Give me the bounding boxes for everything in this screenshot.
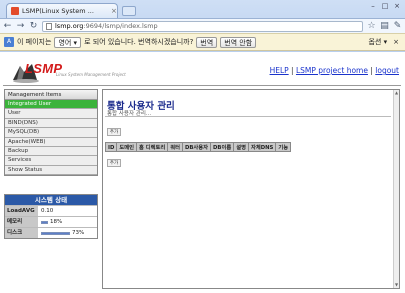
- memory-usage-bar: [41, 220, 48, 224]
- add-button-bottom[interactable]: 추가: [107, 159, 121, 167]
- memory-usage-value: 18%: [50, 218, 63, 225]
- translate-bar: A 이 페이지는 영어 ▾ 로 되어 있습니다. 번역하시겠습니까? 번역 번역…: [0, 33, 405, 51]
- page: LSMP Linux System Management Project HEL…: [0, 52, 405, 293]
- header-links: HELP | LSMP project home | logout: [269, 66, 399, 75]
- browser-chrome: LSMP(Linux System ... × – □ × ← → ↻ lsmp…: [0, 0, 405, 52]
- disk-usage-value: 73%: [72, 229, 85, 236]
- status-row-memory: 메모리 18%: [5, 216, 97, 228]
- wrench-icon[interactable]: ✎: [393, 21, 402, 31]
- status-label: 메모리: [5, 217, 38, 228]
- url-text: lsmp.org:9694/lsmp/index.lsmp: [55, 22, 158, 30]
- sidebar-item-user[interactable]: User: [5, 109, 97, 119]
- browser-tab[interactable]: LSMP(Linux System ... ×: [6, 3, 118, 18]
- forward-icon[interactable]: →: [16, 21, 25, 31]
- add-button-top[interactable]: 추가: [107, 128, 121, 136]
- system-status-title: 시스템 상태: [5, 195, 97, 206]
- maximize-icon[interactable]: □: [380, 2, 390, 11]
- translate-prefix: 이 페이지는: [17, 38, 52, 46]
- sidebar-item-backup[interactable]: Backup: [5, 146, 97, 157]
- sidebar-item-show-status[interactable]: Show Status: [5, 165, 97, 176]
- scrollbar[interactable]: ▲ ▼: [393, 90, 399, 288]
- options-menu[interactable]: 옵션 ▾: [368, 37, 387, 47]
- status-value-cell: 18%: [38, 217, 97, 227]
- translate-question: 로 되어 있습니다. 번역하시겠습니까?: [84, 38, 194, 46]
- star-icon[interactable]: ☆: [367, 21, 376, 31]
- menu-title: Management Items: [5, 90, 97, 100]
- logo-subtitle: Linux System Management Project: [56, 72, 126, 77]
- status-row-disk: 디스크 73%: [5, 227, 97, 239]
- column-header: 자체DNS: [249, 143, 277, 151]
- translate-button[interactable]: 번역: [196, 36, 218, 48]
- scroll-up-icon[interactable]: ▲: [394, 90, 399, 96]
- translate-bar-close-icon[interactable]: ×: [393, 38, 399, 46]
- new-tab-button[interactable]: [122, 6, 136, 16]
- language-select[interactable]: 영어 ▾: [54, 36, 82, 48]
- column-header: ID: [106, 143, 118, 151]
- sidebar-item-bind[interactable]: BIND(DNS): [5, 118, 97, 129]
- back-icon[interactable]: ←: [3, 21, 12, 31]
- page-icon: [46, 22, 52, 30]
- management-menu: Management Items Integrated User User BI…: [4, 89, 98, 177]
- sidebar-item-apache[interactable]: Apache(WEB): [5, 137, 97, 147]
- page-menu-icon[interactable]: ▤: [380, 21, 389, 31]
- help-link[interactable]: HELP: [270, 66, 289, 75]
- project-home-link[interactable]: LSMP project home: [296, 66, 368, 75]
- title-divider: [105, 116, 391, 117]
- window-close-icon[interactable]: ×: [392, 2, 402, 11]
- column-header: 홈 디렉토리: [137, 143, 169, 151]
- system-status-panel: 시스템 상태 LoadAVG 0.10 메모리 18% 디스크 73%: [4, 194, 98, 240]
- address-bar[interactable]: lsmp.org:9694/lsmp/index.lsmp: [42, 20, 363, 32]
- column-header: 도메인: [117, 143, 137, 151]
- translate-icon: A: [4, 37, 14, 47]
- sidebar-item-mysql[interactable]: MySQL(DB): [5, 128, 97, 138]
- status-value-cell: 73%: [38, 228, 97, 238]
- tab-title: LSMP(Linux System ...: [22, 7, 94, 15]
- sidebar: Management Items Integrated User User BI…: [4, 89, 98, 240]
- close-icon[interactable]: ×: [111, 7, 117, 15]
- column-header: 설명: [234, 143, 249, 151]
- status-value: 0.10: [41, 207, 54, 214]
- sidebar-item-integrated-user[interactable]: Integrated User: [5, 100, 97, 110]
- scroll-down-icon[interactable]: ▼: [394, 282, 399, 288]
- user-table-header: ID 도메인 홈 디렉토리 쿼터 DB사용자 DB이름 설명 자체DNS 기능: [105, 142, 292, 152]
- status-label: LoadAVG: [5, 206, 38, 217]
- column-header: DB이름: [211, 143, 235, 151]
- column-header: 쿼터: [168, 143, 183, 151]
- window-controls: – □ ×: [368, 2, 402, 11]
- minimize-icon[interactable]: –: [368, 2, 378, 11]
- status-row-loadavg: LoadAVG 0.10: [5, 205, 97, 217]
- disk-usage-bar: [41, 231, 70, 235]
- logout-link[interactable]: logout: [375, 66, 399, 75]
- column-header: 기능: [278, 145, 289, 151]
- header-divider: [3, 85, 401, 86]
- sidebar-item-services[interactable]: Services: [5, 156, 97, 166]
- favicon-icon: [11, 7, 19, 15]
- status-label: 디스크: [5, 228, 38, 239]
- no-translate-button[interactable]: 번역 안함: [220, 36, 257, 48]
- main-content: ▲ ▼ 통합 사용자 관리 통합 사용자 관리... 추가 ID 도메인 홈 디…: [102, 89, 400, 289]
- column-header: DB사용자: [183, 143, 212, 151]
- navigation-bar: ← → ↻ lsmp.org:9694/lsmp/index.lsmp ☆ ▤ …: [0, 18, 405, 33]
- reload-icon[interactable]: ↻: [29, 21, 38, 31]
